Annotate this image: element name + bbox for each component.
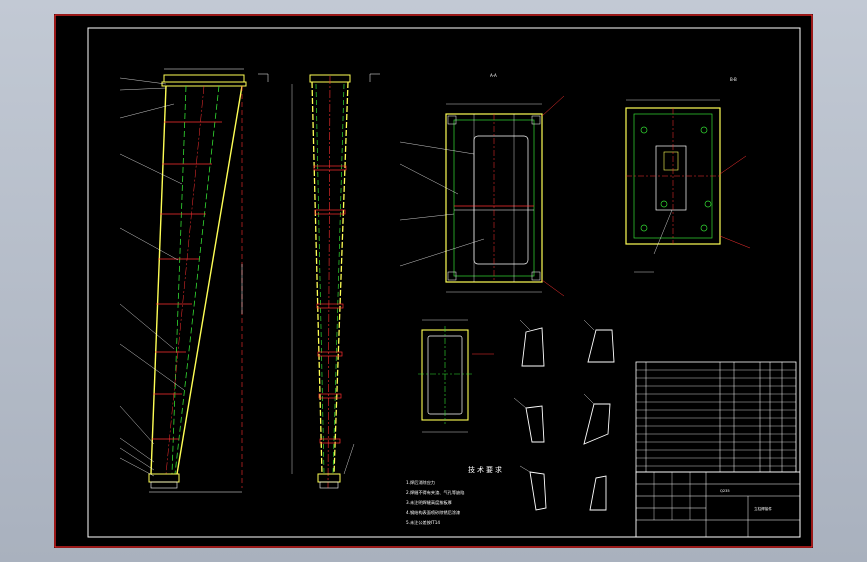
section-a-label: A-A [490, 73, 497, 78]
title-block-drawing-name: 立柱焊接件 [754, 506, 772, 511]
title-block: Q235 立柱焊接件 [635, 361, 801, 538]
cad-viewport: A-A B-B 技术要求 1.焊后消除应力 2.焊缝不得有夹渣、气孔等缺陷 3.… [0, 0, 867, 562]
section-a-view: A-A [399, 73, 565, 297]
drawing-canvas: A-A B-B 技术要求 1.焊后消除应力 2.焊缝不得有夹渣、气孔等缺陷 3.… [54, 14, 813, 548]
note-4: 4.钢结构表面喷砂除锈后涂漆 [406, 509, 460, 516]
technical-notes: 技术要求 1.焊后消除应力 2.焊缝不得有夹渣、气孔等缺陷 3.未注明焊缝高度按… [406, 465, 504, 526]
drawing-sheet: A-A B-B 技术要求 1.焊后消除应力 2.焊缝不得有夹渣、气孔等缺陷 3.… [54, 14, 813, 548]
notes-title: 技术要求 [468, 465, 504, 474]
outer-frame [54, 14, 813, 548]
plate-detail-view [418, 319, 494, 433]
front-column-view [119, 68, 247, 493]
note-5: 5.未注公差按IT14 [406, 519, 440, 526]
gusset-details [513, 319, 615, 511]
note-3: 3.未注明焊缝高度按板厚 [406, 499, 452, 506]
note-1: 1.焊后消除应力 [406, 479, 435, 486]
section-b-label: B-B [730, 77, 737, 82]
note-2: 2.焊缝不得有夹渣、气孔等缺陷 [406, 489, 464, 496]
section-b-view: B-B [625, 77, 751, 273]
side-column-view [258, 73, 380, 489]
title-block-material: Q235 [720, 489, 730, 493]
inner-frame [87, 27, 801, 538]
